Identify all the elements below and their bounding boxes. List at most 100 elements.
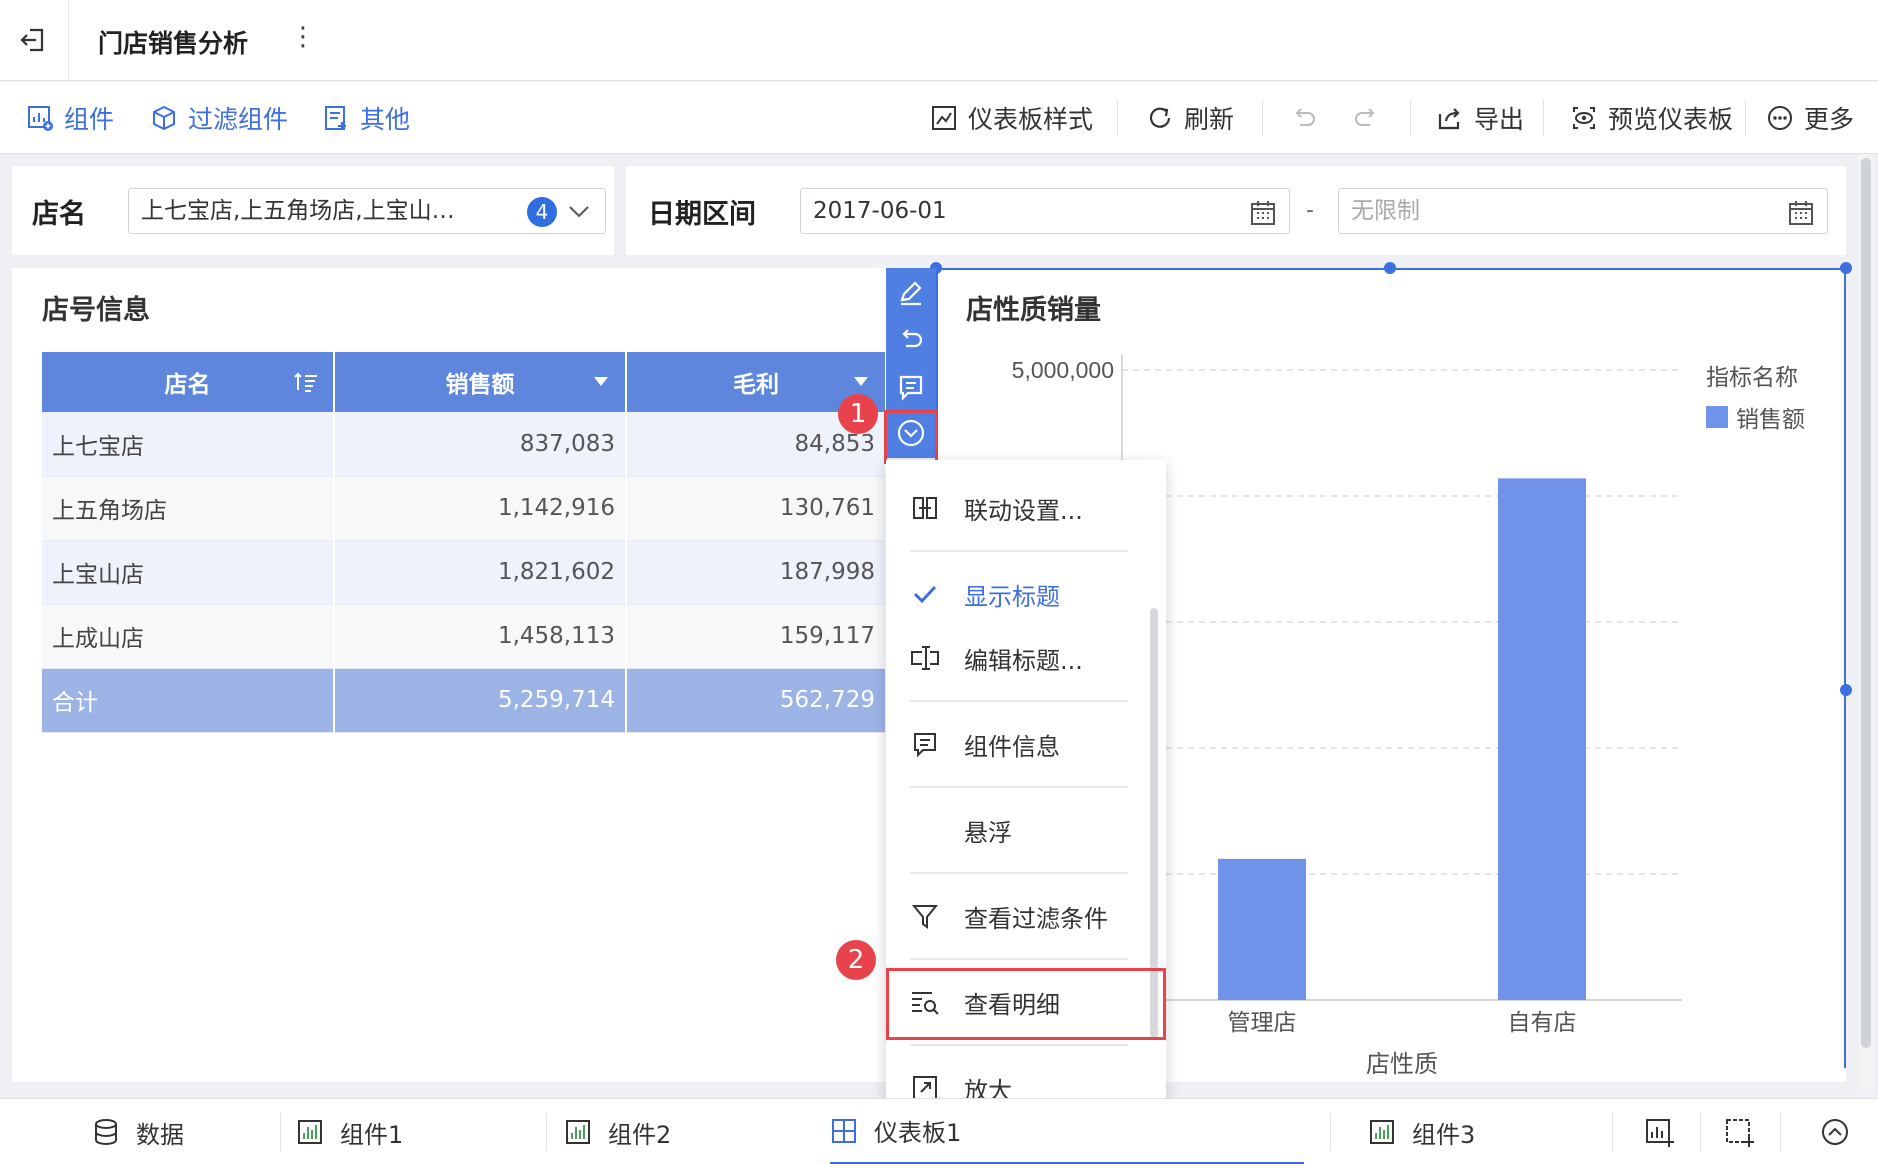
menu-divider [910, 786, 1128, 788]
add-component-label: 组件 [64, 105, 115, 134]
column-header-sales[interactable]: 销售额 [334, 352, 627, 412]
add-component-button[interactable]: 组件 [26, 100, 114, 136]
menu-item-label: 显示标题 [964, 582, 1060, 611]
menu-item-link-settings[interactable]: 联动设置... [886, 478, 1146, 538]
edit-pencil-icon[interactable] [896, 278, 926, 308]
filter-cube-icon [153, 105, 175, 131]
cell-sales: 837,083 [334, 412, 627, 477]
dashboard-style-button[interactable]: 仪表板样式 [930, 100, 1093, 136]
filter-funnel-icon [911, 905, 939, 929]
column-header-store[interactable]: 店名 [42, 352, 335, 412]
dashboard-grid-icon [832, 1118, 856, 1143]
menu-divider [910, 700, 1128, 702]
store-select[interactable]: 上七宝店,上五角场店,上宝山… 4 [128, 188, 606, 234]
tab-dashboard-1[interactable]: 仪表板1 [830, 1099, 1304, 1164]
step-marker-2: 2 [836, 940, 876, 980]
redo-icon[interactable] [1352, 104, 1380, 132]
cell-store: 上成山店 [42, 604, 335, 669]
add-component-tab-icon[interactable] [1644, 1117, 1674, 1147]
dropdown-triangle-icon[interactable] [853, 376, 869, 388]
comment-icon[interactable] [896, 372, 926, 402]
refresh-label: 刷新 [1184, 105, 1235, 134]
kebab-menu-icon[interactable]: ⋮ [290, 22, 316, 52]
store-filter-panel: 店名 上七宝店,上五角场店,上宝山… 4 [12, 166, 614, 255]
menu-item-show-title[interactable]: 显示标题 [886, 564, 1146, 624]
bar-chart-icon [1370, 1120, 1394, 1144]
menu-item-float[interactable]: 悬浮 [886, 800, 1146, 860]
resize-handle[interactable] [1384, 262, 1396, 274]
menu-divider [910, 1044, 1128, 1046]
exit-icon[interactable] [18, 24, 48, 56]
tab-component-3[interactable]: 组件3 [1368, 1099, 1475, 1164]
column-header-label: 销售额 [445, 372, 515, 398]
table-card-title: 店号信息 [42, 295, 150, 326]
menu-item-label: 组件信息 [964, 732, 1060, 761]
cell-total-sales: 5,259,714 [334, 668, 627, 733]
top-bar: 门店销售分析 ⋮ [0, 0, 1878, 81]
page-scrollbar[interactable] [1858, 154, 1874, 1094]
preview-dashboard-label: 预览仪表板 [1608, 105, 1734, 134]
scrollbar-thumb[interactable] [1861, 158, 1871, 1048]
export-icon [1438, 108, 1460, 130]
other-label: 其他 [360, 105, 411, 134]
menu-item-component-info[interactable]: 组件信息 [886, 714, 1146, 774]
tab-divider [1330, 1113, 1331, 1151]
dropdown-triangle-icon[interactable] [593, 376, 609, 388]
cell-sales: 1,458,113 [334, 604, 627, 669]
menu-divider [910, 550, 1128, 552]
undo-icon[interactable] [1290, 104, 1318, 132]
cell-profit: 159,117 [626, 604, 887, 669]
other-button[interactable]: 其他 [322, 100, 410, 136]
menu-item-view-filters[interactable]: 查看过滤条件 [886, 886, 1146, 946]
menu-item-label: 查看过滤条件 [964, 904, 1108, 933]
highlight-box-more-options [884, 410, 938, 464]
table-row: 上成山店 1,458,113 159,117 [42, 604, 887, 669]
highlight-box-view-detail [886, 968, 1166, 1040]
end-date-input[interactable]: 无限制 [1338, 188, 1828, 234]
add-chart-icon [28, 106, 53, 131]
date-filter-label: 日期区间 [648, 199, 756, 230]
collapse-up-icon[interactable] [1820, 1117, 1850, 1147]
menu-item-label: 联动设置... [964, 496, 1083, 525]
column-header-label: 毛利 [733, 372, 779, 398]
undo-icon[interactable] [896, 324, 926, 354]
link-settings-icon [913, 497, 937, 519]
tab-component-2[interactable]: 组件2 [564, 1099, 671, 1164]
cell-sales: 1,821,602 [334, 540, 627, 605]
calendar-icon[interactable] [1787, 199, 1815, 227]
tab-component-1[interactable]: 组件1 [296, 1099, 403, 1164]
header-divider [68, 0, 69, 81]
menu-divider [910, 872, 1128, 874]
toolbar-divider [1745, 100, 1746, 136]
edit-title-icon [911, 646, 939, 670]
calendar-icon[interactable] [1249, 199, 1277, 227]
table-row: 上七宝店 837,083 84,853 [42, 412, 887, 477]
refresh-button[interactable]: 刷新 [1146, 100, 1234, 136]
toolbar-divider [1543, 100, 1544, 136]
table-total-row: 合计 5,259,714 562,729 [42, 668, 887, 733]
tab-label: 组件1 [340, 1120, 404, 1149]
sort-icon[interactable] [293, 370, 319, 394]
filter-component-button[interactable]: 过滤组件 [150, 100, 288, 136]
cell-profit: 187,998 [626, 540, 887, 605]
store-info-table: 店名 销售额 毛利 上七宝店 837,083 84,853 上五角场店 1,14… [42, 352, 887, 733]
other-doc-icon [325, 106, 346, 130]
dashboard-style-label: 仪表板样式 [968, 105, 1094, 134]
cell-sales: 1,142,916 [334, 476, 627, 541]
resize-handle[interactable] [1840, 684, 1852, 696]
tab-data[interactable]: 数据 [92, 1099, 184, 1164]
export-label: 导出 [1474, 105, 1525, 134]
export-button[interactable]: 导出 [1436, 100, 1524, 136]
tab-label: 组件2 [608, 1120, 672, 1149]
tab-divider [1700, 1113, 1701, 1151]
add-dashboard-tab-icon[interactable] [1724, 1117, 1754, 1147]
more-label: 更多 [1804, 105, 1855, 134]
start-date-input[interactable]: 2017-06-01 [800, 188, 1290, 234]
menu-item-edit-title[interactable]: 编辑标题... [886, 628, 1146, 688]
preview-dashboard-button[interactable]: 预览仪表板 [1570, 100, 1733, 136]
dashboard-style-icon [932, 106, 956, 130]
store-select-value: 上七宝店,上五角场店,上宝山… [141, 198, 455, 224]
more-button[interactable]: 更多 [1766, 100, 1854, 136]
resize-handle[interactable] [1840, 262, 1852, 274]
table-row: 上宝山店 1,821,602 187,998 [42, 540, 887, 605]
